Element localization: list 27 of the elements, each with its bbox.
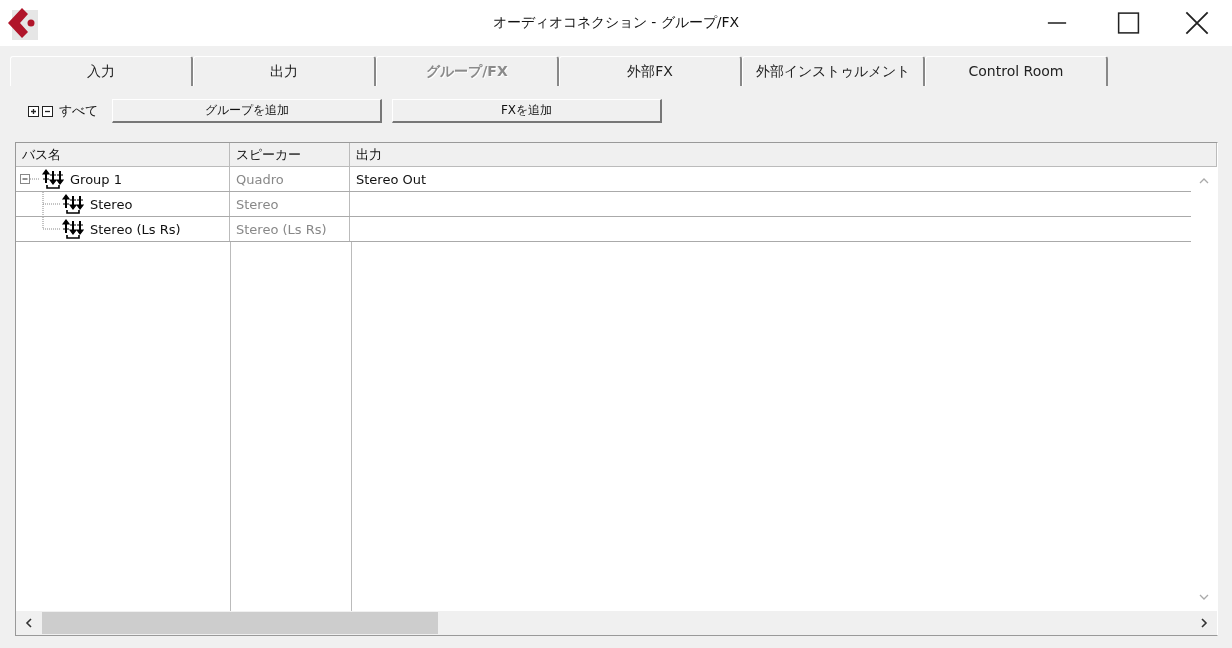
tab[interactable]: 外部FX <box>559 56 742 86</box>
window-title: オーディオコネクション - グループ/FX <box>491 14 741 32</box>
collapse-icon[interactable] <box>20 173 40 185</box>
tab[interactable]: Control Room <box>925 56 1108 86</box>
column-header[interactable]: 出力 <box>350 143 1217 166</box>
column-header[interactable]: バス名 <box>16 143 230 166</box>
collapse-all-icon[interactable] <box>42 105 53 117</box>
tab[interactable]: 出力 <box>193 56 376 86</box>
column-header[interactable]: スピーカー <box>230 143 350 166</box>
add-button[interactable]: グループを追加 <box>112 99 382 123</box>
speaker-config: Quadro <box>235 171 284 187</box>
add-button[interactable]: FXを追加 <box>392 99 662 123</box>
bus-icon <box>42 169 64 189</box>
speaker-config: Stereo (Ls Rs) <box>235 221 327 237</box>
horizontal-scrollbar[interactable] <box>16 611 1217 635</box>
tab[interactable]: 外部インストゥルメント <box>742 56 925 86</box>
bus-icon <box>62 219 84 239</box>
output-name[interactable]: Stereo Out <box>350 171 427 187</box>
bus-icon <box>62 194 84 214</box>
tab[interactable]: 入力 <box>10 56 193 86</box>
bus-name: Stereo (Ls Rs) <box>90 221 181 237</box>
all-label: すべて <box>59 102 98 120</box>
scroll-thumb[interactable] <box>42 612 438 634</box>
bus-name: Group 1 <box>70 171 122 187</box>
expand-all-icon[interactable] <box>28 105 39 117</box>
speaker-config: Stereo <box>235 196 279 212</box>
bus-name: Stereo <box>90 196 133 212</box>
